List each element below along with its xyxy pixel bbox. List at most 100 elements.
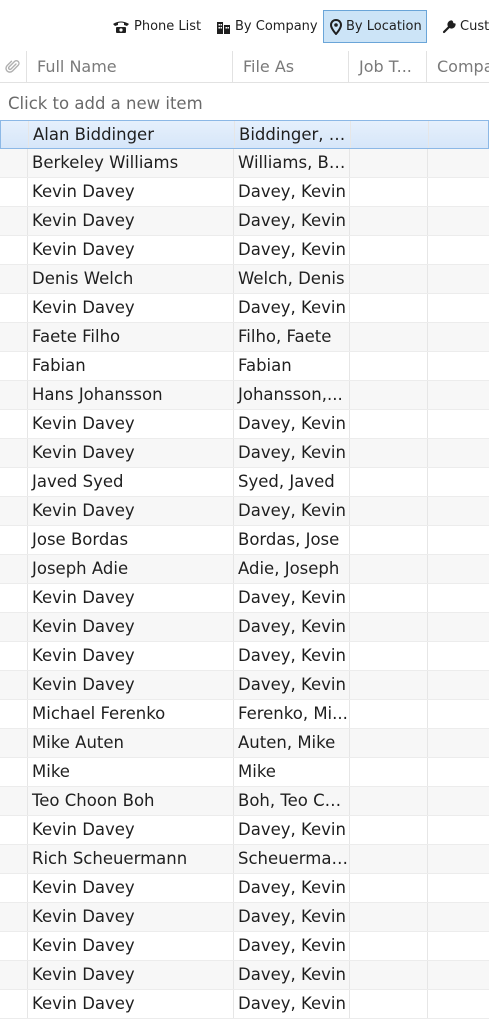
full-name-cell: Rich Scheuermann [32, 849, 188, 868]
full-name-cell: Joseph Adie [32, 559, 129, 578]
paperclip-icon [5, 60, 21, 79]
table-row[interactable]: Mike Mike [0, 758, 489, 787]
column-header-row: Full Name File As Job T... Compa [0, 51, 489, 83]
full-name-cell: Berkeley Williams [32, 153, 179, 172]
table-row[interactable]: Kevin Davey Davey, Kevin [0, 584, 489, 613]
by-location-view-button[interactable]: By Location [323, 10, 427, 43]
column-divider [349, 642, 350, 670]
column-divider [349, 207, 350, 235]
column-divider [427, 468, 428, 496]
table-row[interactable]: Mike Auten Auten, Mike [0, 729, 489, 758]
column-divider [427, 323, 428, 351]
file-as-cell: Davey, Kevin [238, 443, 346, 462]
column-divider [427, 149, 428, 177]
column-divider [349, 671, 350, 699]
table-row[interactable]: Kevin Davey Davey, Kevin [0, 439, 489, 468]
file-as-cell: Ferenko, Mi... [238, 704, 348, 723]
column-divider [427, 700, 428, 728]
column-divider [350, 121, 351, 148]
table-row[interactable]: Rich Scheuermann Scheuerman... [0, 845, 489, 874]
file-as-cell: Davey, Kevin [238, 675, 346, 694]
table-row[interactable]: Fabian Fabian [0, 352, 489, 381]
column-divider [349, 787, 350, 815]
column-divider [427, 497, 428, 525]
file-as-cell: Boh, Teo Ch... [238, 791, 349, 810]
column-divider [427, 352, 428, 380]
column-divider [427, 584, 428, 612]
table-row[interactable]: Kevin Davey Davey, Kevin [0, 671, 489, 700]
column-divider [427, 816, 428, 844]
full-name-cell: Kevin Davey [32, 298, 135, 317]
company-column-header[interactable]: Compa [427, 51, 489, 82]
table-row[interactable]: Denis Welch Welch, Denis [0, 265, 489, 294]
by-company-view-button[interactable]: By Company [210, 10, 324, 43]
full-name-cell: Kevin Davey [32, 994, 135, 1013]
column-divider [427, 990, 428, 1018]
table-row[interactable]: Faete Filho Filho, Faete [0, 323, 489, 352]
table-row[interactable]: Kevin Davey Davey, Kevin [0, 990, 489, 1019]
table-row[interactable]: Kevin Davey Davey, Kevin [0, 207, 489, 236]
column-divider [349, 236, 350, 264]
table-row[interactable]: Kevin Davey Davey, Kevin [0, 642, 489, 671]
phone-list-view-button[interactable]: Phone List [106, 10, 207, 43]
column-divider [427, 845, 428, 873]
customize-view-button[interactable]: Custo [436, 10, 489, 43]
file-as-column-header[interactable]: File As [233, 51, 349, 82]
column-divider [349, 439, 350, 467]
table-row[interactable]: Kevin Davey Davey, Kevin [0, 903, 489, 932]
table-row[interactable]: Michael Ferenko Ferenko, Mi... [0, 700, 489, 729]
column-divider [427, 439, 428, 467]
column-divider [427, 265, 428, 293]
column-divider [427, 207, 428, 235]
column-divider [349, 410, 350, 438]
wrench-icon [442, 19, 456, 34]
file-as-cell: Filho, Faete [238, 327, 332, 346]
full-name-cell: Kevin Davey [32, 588, 135, 607]
column-divider [427, 961, 428, 989]
table-row[interactable]: Javed Syed Syed, Javed [0, 468, 489, 497]
full-name-cell: Kevin Davey [32, 182, 135, 201]
full-name-cell: Kevin Davey [32, 211, 135, 230]
file-as-cell: Davey, Kevin [238, 298, 346, 317]
table-row[interactable]: Joseph Adie Adie, Joseph [0, 555, 489, 584]
full-name-column-header[interactable]: Full Name [27, 51, 233, 82]
table-row[interactable]: Kevin Davey Davey, Kevin [0, 410, 489, 439]
file-as-cell: Davey, Kevin [238, 820, 346, 839]
full-name-cell: Faete Filho [32, 327, 121, 346]
full-name-cell: Kevin Davey [32, 820, 135, 839]
by-company-view-label: By Company [235, 19, 318, 34]
column-divider [349, 323, 350, 351]
table-row[interactable]: Kevin Davey Davey, Kevin [0, 816, 489, 845]
column-divider [427, 236, 428, 264]
table-row[interactable]: Kevin Davey Davey, Kevin [0, 932, 489, 961]
column-divider [349, 729, 350, 757]
column-divider [427, 758, 428, 786]
table-row[interactable]: Hans Johansson Johansson,... [0, 381, 489, 410]
file-as-cell: Davey, Kevin [238, 936, 346, 955]
table-row[interactable]: Kevin Davey Davey, Kevin [0, 497, 489, 526]
file-as-cell: Davey, Kevin [238, 240, 346, 259]
view-toolbar: Phone List By Company By Location Custo [0, 0, 489, 50]
column-divider [349, 294, 350, 322]
column-divider [427, 526, 428, 554]
file-as-cell: Davey, Kevin [238, 617, 346, 636]
job-title-column-header[interactable]: Job T... [349, 51, 427, 82]
table-row[interactable]: Alan Biddinger Biddinger, A... [0, 120, 489, 149]
table-row[interactable]: Kevin Davey Davey, Kevin [0, 236, 489, 265]
table-row[interactable]: Kevin Davey Davey, Kevin [0, 294, 489, 323]
add-new-item-row[interactable]: Click to add a new item [0, 89, 489, 119]
attachment-column-header[interactable] [0, 51, 27, 82]
table-row[interactable]: Kevin Davey Davey, Kevin [0, 961, 489, 990]
table-row[interactable]: Teo Choon Boh Boh, Teo Ch... [0, 787, 489, 816]
table-row[interactable]: Kevin Davey Davey, Kevin [0, 613, 489, 642]
full-name-cell: Jose Bordas [32, 530, 129, 549]
table-row[interactable]: Jose Bordas Bordas, Jose [0, 526, 489, 555]
phone-icon [112, 20, 130, 34]
table-row[interactable]: Kevin Davey Davey, Kevin [0, 874, 489, 903]
column-divider [349, 178, 350, 206]
column-divider [349, 758, 350, 786]
full-name-cell: Kevin Davey [32, 240, 135, 259]
file-as-cell: Scheuerman... [238, 849, 349, 868]
table-row[interactable]: Kevin Davey Davey, Kevin [0, 178, 489, 207]
table-row[interactable]: Berkeley Williams Williams, Be... [0, 149, 489, 178]
